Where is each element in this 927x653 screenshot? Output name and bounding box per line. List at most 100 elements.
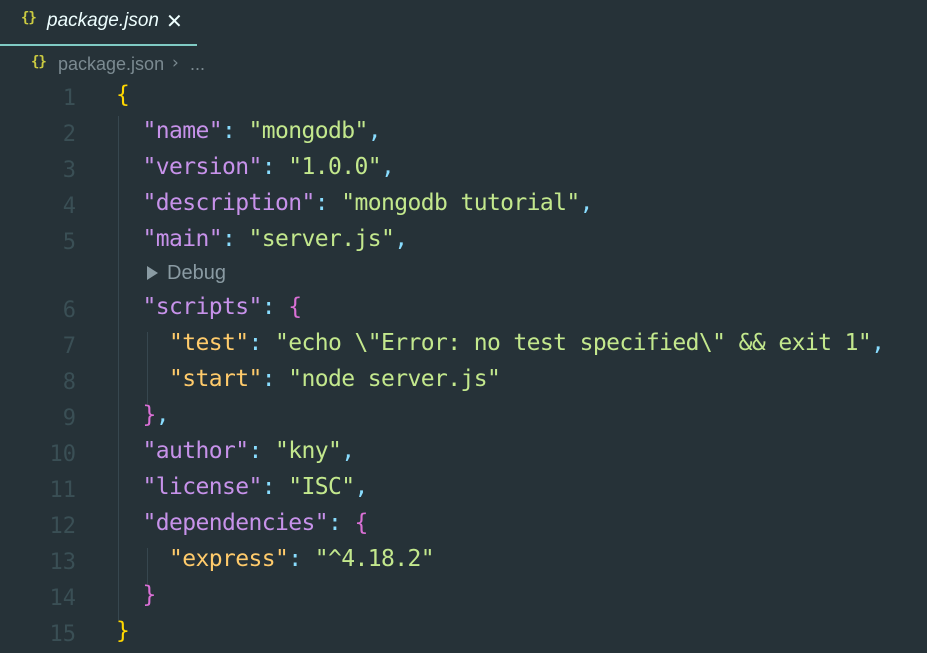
- code-text: "license": "ISC",: [116, 474, 369, 500]
- code-line: 11 "license": "ISC",: [0, 472, 927, 508]
- json-key: "name": [142, 118, 223, 144]
- code-text: "dependencies": {: [116, 510, 369, 536]
- code-text: }: [116, 582, 157, 608]
- json-key: "scripts": [142, 294, 263, 320]
- code-text: "name": "mongodb",: [116, 118, 382, 144]
- colon: :: [248, 330, 275, 356]
- line-number: 6: [62, 298, 76, 323]
- comma: ,: [354, 474, 368, 500]
- code-text: "express": "^4.18.2": [116, 546, 435, 572]
- play-icon: [147, 266, 158, 280]
- json-value: "ISC": [288, 474, 355, 500]
- comma: ,: [155, 402, 170, 428]
- code-text: "start": "node server.js": [116, 366, 501, 392]
- code-editor[interactable]: 1 { 2 "name": "mongodb", 3 "version": "1…: [0, 80, 927, 653]
- debug-codelens[interactable]: Debug: [147, 262, 226, 292]
- json-value: "echo \"Error: no test specified\" && ex…: [274, 330, 872, 356]
- code-line: 7 "test": "echo \"Error: no test specifi…: [0, 328, 927, 364]
- colon: :: [314, 190, 342, 216]
- code-line: 4 "description": "mongodb tutorial",: [0, 188, 927, 224]
- comma: ,: [380, 154, 395, 180]
- json-value: "mongodb tutorial": [341, 190, 580, 216]
- line-number: 3: [62, 158, 76, 183]
- comma: ,: [579, 190, 594, 216]
- code-line: 5 "main": "server.js",: [0, 224, 927, 260]
- colon: :: [327, 510, 355, 536]
- code-text: "description": "mongodb tutorial",: [116, 190, 594, 216]
- tab-package-json[interactable]: {} package.json ✕: [0, 0, 197, 46]
- comma: ,: [871, 330, 885, 356]
- json-braces-icon: {}: [31, 54, 47, 70]
- code-line: 2 "name": "mongodb",: [0, 116, 927, 152]
- code-line: 9 },: [0, 400, 927, 436]
- code-text: },: [116, 402, 170, 428]
- colon: :: [261, 474, 289, 500]
- codelens-row: Debug: [0, 262, 927, 292]
- code-line: 15 }: [0, 616, 927, 652]
- open-brace: {: [354, 510, 368, 536]
- code-line: 8 "start": "node server.js": [0, 364, 927, 400]
- code-line: 12 "dependencies": {: [0, 508, 927, 544]
- code-line: 13 "express": "^4.18.2": [0, 544, 927, 580]
- json-value: "node server.js": [288, 366, 501, 392]
- line-number: 14: [49, 586, 77, 611]
- code-text: {: [116, 82, 130, 108]
- close-brace: }: [142, 582, 157, 608]
- code-text: "scripts": {: [116, 294, 303, 320]
- close-icon[interactable]: ✕: [166, 9, 183, 33]
- comma: ,: [367, 118, 382, 144]
- comma: ,: [341, 438, 355, 464]
- line-number: 8: [62, 370, 76, 395]
- breadcrumb-file[interactable]: package.json: [58, 54, 164, 75]
- code-line: 1 {: [0, 80, 927, 116]
- json-key: "express": [169, 546, 289, 572]
- json-key: "author": [142, 438, 250, 464]
- code-text: "main": "server.js",: [116, 226, 409, 252]
- line-number: 4: [62, 194, 76, 219]
- line-number: 5: [62, 230, 76, 255]
- colon: :: [261, 154, 289, 180]
- code-text: "test": "echo \"Error: no test specified…: [116, 330, 885, 356]
- open-brace: {: [288, 294, 302, 320]
- json-key: "test": [169, 330, 249, 356]
- json-key: "main": [142, 226, 223, 252]
- json-value: "kny": [274, 438, 342, 464]
- chevron-right-icon: ›: [172, 53, 179, 73]
- line-number: 15: [49, 622, 77, 647]
- code-text: "author": "kny",: [116, 438, 356, 464]
- code-line: 6 "scripts": {: [0, 292, 927, 328]
- colon: :: [248, 438, 275, 464]
- breadcrumb-more[interactable]: ...: [190, 54, 205, 75]
- json-value: "1.0.0": [288, 154, 381, 180]
- line-number: 2: [62, 122, 76, 147]
- colon: :: [221, 118, 249, 144]
- line-number: 9: [62, 406, 76, 431]
- line-number: 10: [49, 442, 77, 467]
- colon: :: [288, 546, 315, 572]
- breadcrumb: {} package.json › ...: [0, 50, 927, 80]
- tab-bar: {} package.json ✕: [0, 0, 927, 46]
- line-number: 11: [49, 478, 77, 503]
- tab-label: package.json: [47, 10, 159, 31]
- json-key: "version": [142, 154, 263, 180]
- json-value: "mongodb": [248, 118, 368, 144]
- code-line: 14 }: [0, 580, 927, 616]
- json-key: "dependencies": [142, 510, 329, 536]
- close-brace: }: [142, 402, 157, 428]
- colon: :: [221, 226, 249, 252]
- json-key: "start": [169, 366, 262, 392]
- code-line: 10 "author": "kny",: [0, 436, 927, 472]
- code-line: 3 "version": "1.0.0",: [0, 152, 927, 188]
- colon: :: [261, 366, 289, 392]
- close-brace: }: [116, 618, 130, 644]
- code-text: }: [116, 618, 130, 644]
- line-number: 12: [49, 514, 77, 539]
- json-braces-icon: {}: [21, 10, 37, 26]
- line-number: 13: [49, 550, 77, 575]
- comma: ,: [394, 226, 408, 252]
- json-key: "license": [142, 474, 263, 500]
- json-value: "server.js": [248, 226, 395, 252]
- colon: :: [261, 294, 289, 320]
- open-brace: {: [116, 82, 130, 108]
- debug-label: Debug: [167, 262, 226, 284]
